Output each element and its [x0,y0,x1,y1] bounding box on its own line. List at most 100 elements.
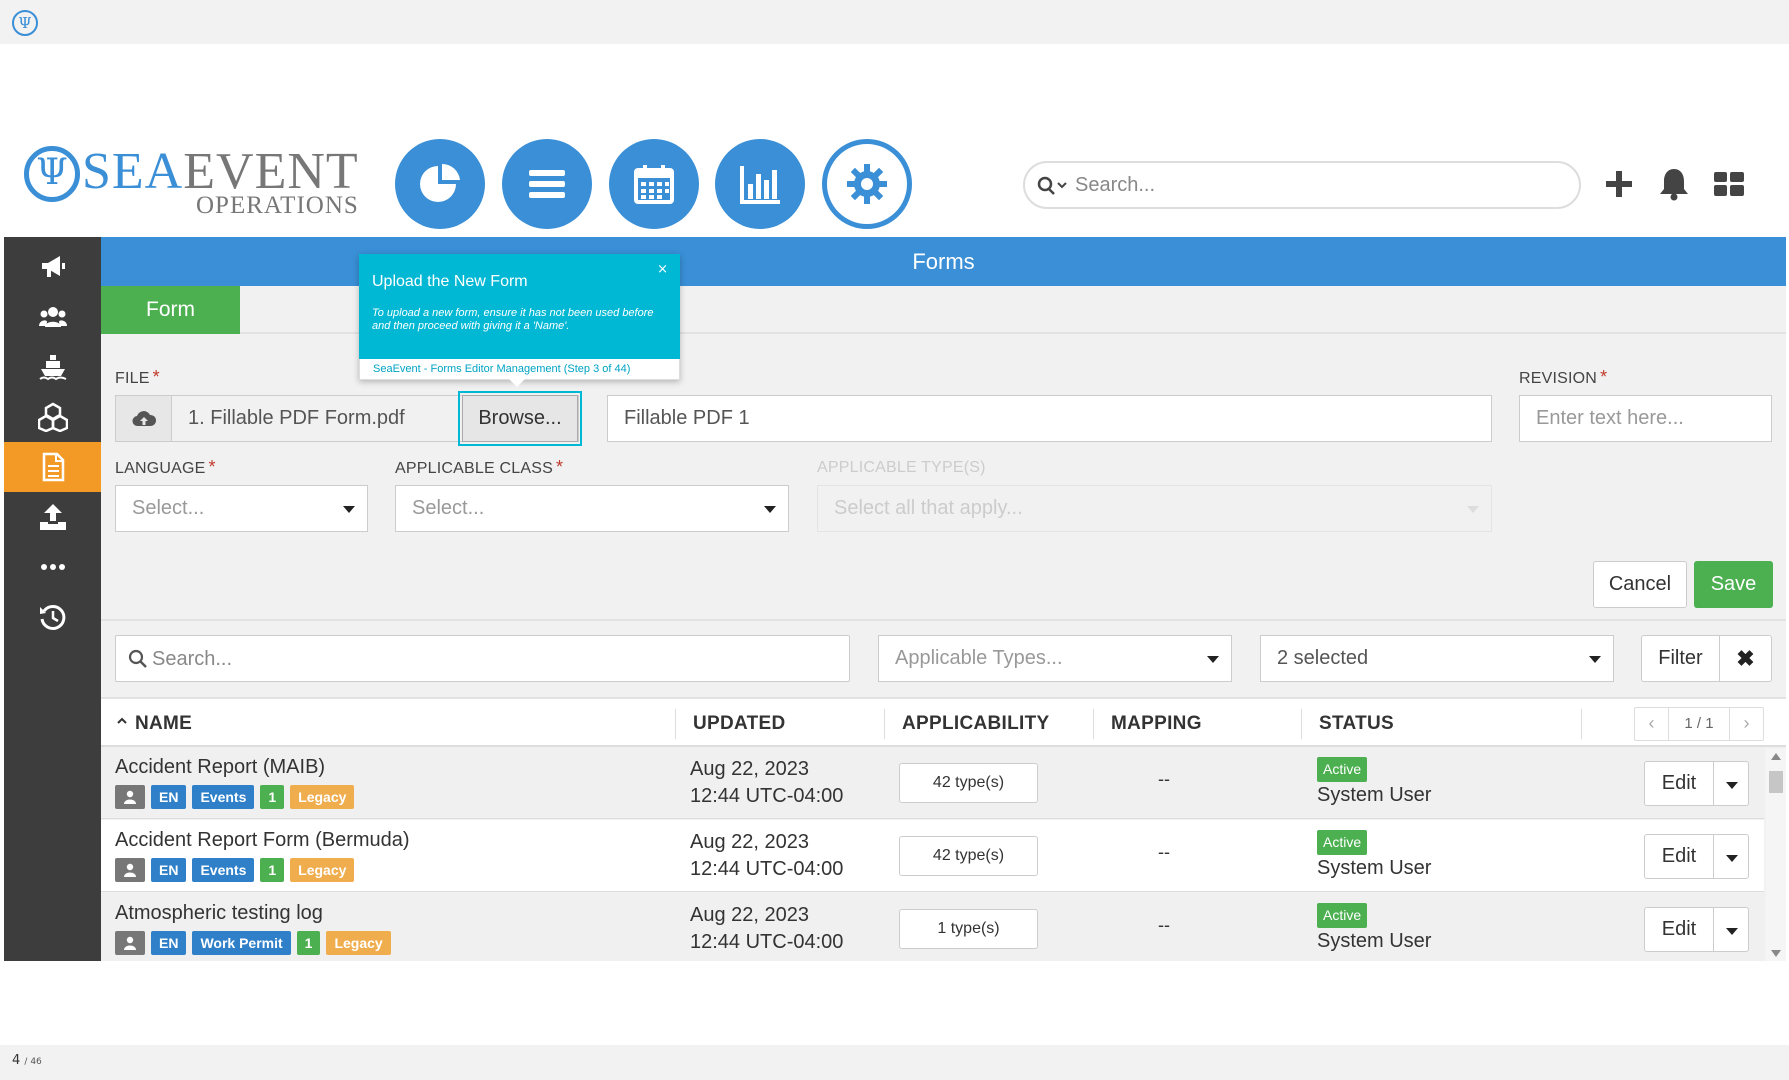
form-name[interactable]: Accident Report Form (Bermuda) [115,829,410,852]
edit-dropdown-button[interactable] [1713,907,1749,952]
caret-down-icon [1467,506,1479,513]
sort-asc-icon[interactable] [117,717,127,725]
page-counter: 4 / 46 [12,1053,42,1068]
tab-row: Form [101,286,1786,334]
table-row[interactable]: Accident Report Form (Bermuda) EN Events… [101,820,1764,892]
filter-button[interactable]: Filter [1641,635,1720,682]
grid-icon[interactable] [1711,166,1747,202]
dashboard-pie-icon[interactable] [395,139,485,229]
gear-icon[interactable] [822,139,912,229]
file-name: 1. Fillable PDF Form.pdf [188,407,405,429]
sidebar-item-history[interactable] [4,592,101,642]
updated-time: 12:44 UTC-04:00 [690,785,844,807]
table-row[interactable]: Atmospheric testing log EN Work Permit 1… [101,893,1764,961]
sidebar-item-vessels[interactable] [4,342,101,392]
caret-down-icon [343,506,355,513]
cancel-button[interactable]: Cancel [1593,561,1687,608]
sidebar-item-inventory[interactable] [4,392,101,442]
table-row[interactable]: Accident Report (MAIB) EN Events 1 Legac… [101,747,1764,819]
header-search[interactable] [1023,161,1581,209]
brand-logo[interactable]: Ψ SEAEVENT OPERATIONS [24,142,364,222]
edit-button[interactable]: Edit [1644,907,1714,952]
user-icon [124,863,136,877]
plus-icon[interactable] [1601,166,1637,202]
column-separator [1301,709,1302,739]
sidebar-item-users[interactable] [4,292,101,342]
language-tag: EN [151,858,187,882]
edit-button[interactable]: Edit [1644,761,1714,806]
scroll-thumb[interactable] [1769,771,1783,793]
applicability-button[interactable]: 42 type(s) [899,763,1038,803]
language-label-text: LANGUAGE [115,460,206,477]
page-title: Forms [101,237,1786,286]
scroll-up-icon[interactable] [1771,753,1781,760]
updated-date: Aug 22, 2023 [690,904,809,926]
close-icon[interactable]: × [657,262,668,277]
list-menu-icon[interactable] [502,139,592,229]
status-filter-value: 2 selected [1277,647,1369,669]
search-dropdown-icon[interactable] [1037,175,1071,197]
brand-name-bold: SEA [82,143,184,200]
list-search-input[interactable] [152,645,842,673]
column-header-updated[interactable]: UPDATED [693,713,786,735]
legacy-tag: Legacy [326,931,391,955]
browse-button[interactable]: Browse... [458,391,582,446]
caret-down-icon [1726,782,1738,789]
required-asterisk: * [208,457,216,477]
sidebar-item-announcements[interactable] [4,242,101,292]
applicable-types-filter[interactable]: Applicable Types... [878,635,1232,682]
column-header-applicability[interactable]: APPLICABILITY [902,713,1049,735]
status-user: System User [1317,930,1432,952]
list-search[interactable] [115,635,850,682]
calendar-icon[interactable] [609,139,699,229]
sidebar-item-more[interactable] [4,542,101,592]
page-indicator: 1 / 1 [1684,715,1714,732]
file-label: FILE * [115,367,160,388]
table-scrollbar[interactable] [1766,749,1786,961]
tag-list: EN Events 1 Legacy [115,858,355,882]
applicability-button[interactable]: 42 type(s) [899,836,1038,876]
bell-icon[interactable] [1656,166,1692,202]
applicable-types-select: Select all that apply... [817,485,1492,532]
edit-dropdown-button[interactable] [1713,761,1749,806]
form-name[interactable]: Atmospheric testing log [115,902,323,925]
language-tag: EN [151,931,187,955]
status-badge: Active [1317,757,1368,782]
column-header-status[interactable]: STATUS [1319,713,1394,735]
header-search-input[interactable] [1075,171,1565,199]
applicable-class-label: APPLICABLE CLASS * [395,457,563,478]
clear-filter-icon[interactable]: ✖ [1720,635,1772,682]
column-header-name[interactable]: NAME [135,713,192,735]
applicable-class-select[interactable]: Select... [395,485,789,532]
user-tag [115,931,145,955]
required-asterisk: * [152,367,160,387]
bar-chart-icon[interactable] [715,139,805,229]
applicable-class-label-text: APPLICABLE CLASS [395,460,553,477]
tab-form[interactable]: Form [101,286,240,334]
required-asterisk: * [555,457,564,477]
scroll-down-icon[interactable] [1771,950,1781,957]
next-page-button[interactable]: › [1729,708,1763,740]
tooltip-footer: SeaEvent - Forms Editor Management (Step… [359,359,680,380]
category-tag: Events [192,858,255,882]
status-filter[interactable]: 2 selected [1260,635,1614,682]
language-select-value: Select... [132,497,205,519]
form-name[interactable]: Accident Report (MAIB) [115,756,325,779]
sidebar-item-forms[interactable] [4,442,101,492]
status-user: System User [1317,784,1432,806]
column-header-mapping[interactable]: MAPPING [1111,713,1202,735]
cubes-icon [37,402,68,432]
revision-field[interactable] [1519,395,1772,442]
language-select[interactable]: Select... [115,485,368,532]
sidebar-item-upload[interactable] [4,492,101,542]
name-field[interactable] [607,395,1492,442]
edit-dropdown-button[interactable] [1713,834,1749,879]
save-button[interactable]: Save [1694,561,1773,608]
applicability-button[interactable]: 1 type(s) [899,909,1038,949]
applicable-types-label-text: APPLICABLE TYPE(S) [817,459,986,476]
ship-icon [38,355,66,381]
users-icon [38,307,67,327]
user-icon [124,936,136,950]
prev-page-button[interactable]: ‹ [1635,708,1669,740]
edit-button[interactable]: Edit [1644,834,1714,879]
